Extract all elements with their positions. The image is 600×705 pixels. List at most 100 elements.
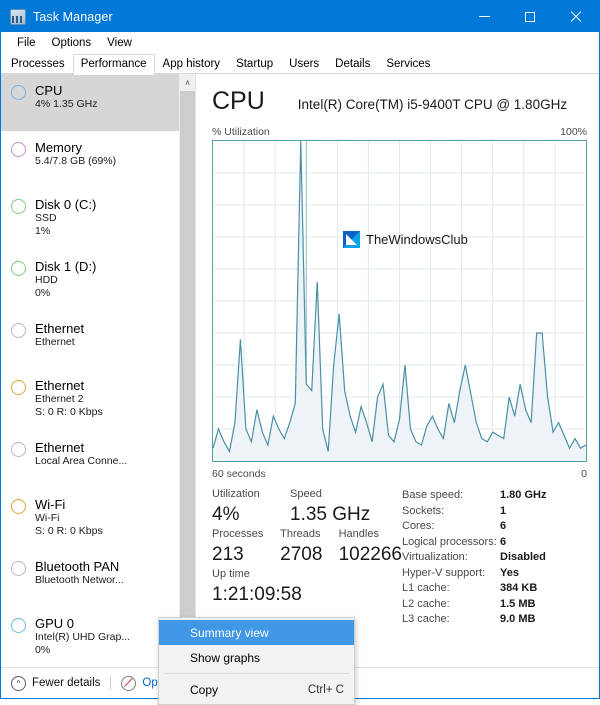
stat-speed-label: Speed (290, 488, 322, 500)
sidebar-item-cpu[interactable]: CPU 4% 1.35 GHz (1, 74, 179, 131)
resource-indicator-icon (11, 561, 26, 576)
resource-indicator-icon (11, 323, 26, 338)
cpu-spec-label: Sockets: (402, 504, 445, 517)
tab-startup[interactable]: Startup (228, 54, 281, 74)
sidebar-item-bluetooth-pan[interactable]: Bluetooth PAN Bluetooth Networ... (1, 550, 179, 607)
stat-uptime-label: Up time (212, 568, 250, 580)
sidebar-item-text: Wi-Fi Wi-Fi S: 0 R: 0 Kbps (35, 497, 103, 538)
resource-indicator-icon (11, 199, 26, 214)
scroll-up-icon[interactable]: ∧ (180, 74, 195, 91)
stat-handles-label: Handles (338, 528, 379, 540)
task-manager-icon (10, 8, 26, 25)
panel-header: CPU Intel(R) Core(TM) i5-9400T CPU @ 1.8… (212, 86, 587, 120)
sidebar-item-disk-1-d[interactable]: Disk 1 (D:) HDD 0% (1, 250, 179, 312)
sidebar-item-text: Bluetooth PAN Bluetooth Networ... (35, 559, 124, 587)
sidebar-item-text: Ethernet Ethernet 2 S: 0 R: 0 Kbps (35, 378, 103, 419)
sidebar-item-ethernet[interactable]: Ethernet Ethernet 2 S: 0 R: 0 Kbps (1, 369, 179, 431)
status-separator (110, 676, 112, 690)
menu-view[interactable]: View (99, 35, 140, 51)
sidebar-item-text: Disk 0 (C:) SSD 1% (35, 197, 96, 238)
stat-threads: Threads 2708 (280, 527, 338, 567)
stat-processes: Processes 213 (212, 527, 280, 567)
stat-uptime-value: 1:21:09:58 (212, 584, 302, 605)
stat-threads-label: Threads (280, 528, 321, 540)
maximize-button[interactable] (507, 1, 553, 32)
cpu-spec-row: L2 cache: 1.5 MB (402, 597, 587, 613)
stat-utilization-label: Utilization (212, 488, 260, 500)
tab-app-history[interactable]: App history (155, 54, 229, 74)
stats-row-2: Processes 213 Threads 2708 Handles 10226… (212, 527, 402, 567)
stat-handles: Handles 102266 (339, 527, 402, 567)
sidebar-item-label: Disk 1 (D:) (35, 259, 97, 274)
sidebar-item-memory[interactable]: Memory 5.4/7.8 GB (69%) (1, 131, 179, 188)
cpu-spec-row: Hyper-V support: Yes (402, 566, 587, 582)
resource-list[interactable]: CPU 4% 1.35 GHz Memory 5.4/7.8 GB (69%) Disk… (1, 74, 179, 667)
fewer-details-button[interactable]: ^ Fewer details (11, 675, 100, 691)
chevron-up-circle-icon: ^ (11, 675, 26, 691)
cpu-spec-label: Virtualization: (402, 551, 468, 563)
cpu-detail-panel: CPU Intel(R) Core(TM) i5-9400T CPU @ 1.8… (196, 74, 599, 667)
stats-area: Utilization 4% Speed 1.35 GHz Processes … (212, 487, 587, 628)
resource-indicator-icon (11, 380, 26, 395)
sidebar-item-disk-0-c[interactable]: Disk 0 (C:) SSD 1% (1, 188, 179, 250)
cpu-spec-value: 384 KB (500, 582, 538, 594)
sidebar-item-ethernet[interactable]: Ethernet Local Area Conne... (1, 431, 179, 488)
sidebar-item-label: Ethernet (35, 378, 85, 393)
cpu-spec-row: Sockets: 1 (402, 504, 587, 520)
sidebar-item-label: Disk 0 (C:) (35, 197, 97, 212)
graph-x-start: 60 seconds (212, 468, 266, 480)
maximize-icon (525, 11, 535, 22)
graph-gridlines (213, 141, 586, 461)
sidebar-item-text: Memory 5.4/7.8 GB (69%) (35, 140, 116, 168)
minimize-button[interactable] (461, 1, 507, 32)
context-menu-item-accelerator: Ctrl+ C (307, 683, 344, 696)
tab-processes[interactable]: Processes (3, 54, 73, 74)
sidebar-item-sub1: Ethernet 2 (35, 393, 84, 405)
cpu-spec-row: L3 cache: 9.0 MB (402, 612, 587, 628)
stats-left-column: Utilization 4% Speed 1.35 GHz Processes … (212, 487, 402, 628)
sidebar-item-ethernet[interactable]: Ethernet Ethernet (1, 312, 179, 369)
window-title: Task Manager (33, 9, 113, 24)
stats-row-1: Utilization 4% Speed 1.35 GHz (212, 487, 402, 527)
cpu-spec-row: Base speed: 1.80 GHz (402, 488, 587, 504)
sidebar-item-sub1: Local Area Conne... (35, 455, 128, 467)
context-menu-item-summary-view[interactable]: Summary view (159, 620, 354, 645)
sidebar-item-sub1: Ethernet (35, 336, 75, 348)
stats-row-3: Up time 1:21:09:58 (212, 567, 402, 607)
sidebar-item-label: Memory (35, 140, 82, 155)
graph-y-label: % Utilization (212, 126, 270, 138)
minimize-icon (478, 16, 490, 17)
scrollbar-thumb[interactable] (180, 91, 195, 667)
close-button[interactable] (553, 1, 599, 32)
context-menu[interactable]: Summary view Show graphs Copy Ctrl+ C (158, 617, 355, 705)
menu-options[interactable]: Options (44, 35, 100, 51)
menu-file[interactable]: File (9, 35, 44, 51)
cpu-spec-value: 9.0 MB (500, 613, 536, 625)
tab-details[interactable]: Details (327, 54, 378, 74)
sidebar-item-gpu-0[interactable]: GPU 0 Intel(R) UHD Grap... 0% (1, 607, 179, 667)
stat-processes-label: Processes (212, 528, 264, 540)
cpu-spec-label: L3 cache: (402, 613, 450, 625)
cpu-spec-label: L1 cache: (402, 582, 450, 594)
sidebar-item-wi-fi[interactable]: Wi-Fi Wi-Fi S: 0 R: 0 Kbps (1, 488, 179, 550)
stat-speed: Speed 1.35 GHz (290, 487, 370, 527)
sidebar-item-text: Disk 1 (D:) HDD 0% (35, 259, 96, 300)
cpu-utilization-graph[interactable]: TheWindowsClub (212, 140, 587, 462)
sidebar-item-label: Wi-Fi (35, 497, 66, 512)
sidebar-item-sub2: 0% (35, 287, 51, 299)
tab-users[interactable]: Users (281, 54, 327, 74)
context-menu-item-copy[interactable]: Copy Ctrl+ C (159, 677, 354, 702)
title-bar: Task Manager (1, 1, 599, 32)
sidebar-item-text: Ethernet Local Area Conne... (35, 440, 127, 468)
resource-indicator-icon (11, 499, 26, 514)
context-menu-item-label: Summary view (190, 625, 269, 640)
resource-indicator-icon (11, 618, 26, 633)
sidebar-scrollbar[interactable]: ∧ (179, 74, 195, 667)
tab-performance[interactable]: Performance (72, 54, 155, 75)
cpu-spec-value: Yes (500, 566, 519, 579)
tab-services[interactable]: Services (378, 54, 438, 74)
context-menu-item-label: Show graphs (190, 650, 261, 665)
close-icon (570, 11, 582, 23)
cpu-spec-row: L1 cache: 384 KB (402, 581, 587, 597)
context-menu-item-show-graphs[interactable]: Show graphs (159, 645, 354, 670)
